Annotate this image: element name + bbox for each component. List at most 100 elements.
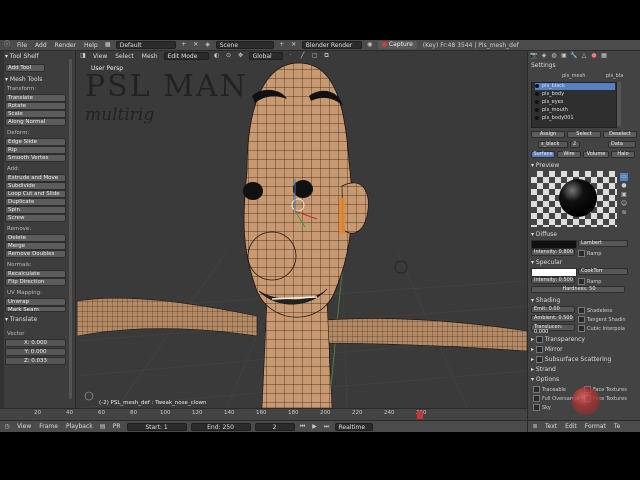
timeline-editor-icon[interactable]: ◷ xyxy=(3,423,11,431)
add-scene-icon[interactable]: + xyxy=(278,41,286,49)
translucency-field[interactable]: Translucen: 0.000 xyxy=(531,324,575,335)
current-frame-field[interactable]: 2 xyxy=(254,422,295,431)
tool-shelf-tabs[interactable] xyxy=(0,51,4,408)
data-tab-icon[interactable]: △ xyxy=(580,52,588,60)
end-frame-field[interactable]: End: 250 xyxy=(190,422,251,431)
tab-surface[interactable]: Surface xyxy=(531,151,555,158)
scale-button[interactable]: Scale xyxy=(5,110,66,118)
text-menu-text[interactable]: Text xyxy=(543,423,559,430)
material-slot[interactable]: pls_black xyxy=(535,83,615,90)
snap-icon[interactable]: ⧉ xyxy=(323,52,331,60)
specular-ramp-toggle[interactable]: Ramp xyxy=(578,278,601,285)
add-tool-button[interactable]: Add Tool xyxy=(5,64,45,72)
spin-button[interactable]: Spin xyxy=(5,206,66,214)
scene-icon[interactable]: ◈ xyxy=(204,41,212,49)
diffuse-ramp-toggle[interactable]: Ramp xyxy=(578,250,601,257)
material-slot[interactable]: pls_mouth xyxy=(535,107,615,114)
material-name-field[interactable]: s_black xyxy=(538,141,568,148)
menu-file[interactable]: File xyxy=(15,42,29,49)
preview-cube-icon[interactable]: ▣ xyxy=(620,191,628,199)
tool-shelf-title[interactable]: ▾ Tool Shelf xyxy=(5,53,39,60)
material-list-scrollbar[interactable] xyxy=(617,82,621,126)
cubic-toggle[interactable]: Cubic Interpola xyxy=(578,325,625,332)
extrude-move-button[interactable]: Extrude and Move xyxy=(5,174,66,182)
sky-toggle[interactable]: Sky xyxy=(533,404,551,411)
translate-button[interactable]: Translate xyxy=(5,94,66,102)
tab-wire[interactable]: Wire xyxy=(557,151,581,158)
select-button[interactable]: Select xyxy=(567,131,601,138)
viewport-menu-select[interactable]: Select xyxy=(113,53,136,60)
unwrap-button[interactable]: Unwrap xyxy=(5,298,66,306)
context-object[interactable]: pls_mesh xyxy=(562,73,585,79)
text-menu-templates[interactable]: Te xyxy=(612,423,622,430)
tab-halo[interactable]: Halo xyxy=(611,151,635,158)
current-frame-marker[interactable] xyxy=(417,411,423,419)
emit-field[interactable]: Emit: 0.00 xyxy=(531,306,575,313)
timeline-menu-view[interactable]: View xyxy=(15,423,33,430)
scene-field[interactable]: Scene xyxy=(215,41,274,49)
scene-tab-icon[interactable]: ◈ xyxy=(540,52,548,60)
subdivide-button[interactable]: Subdivide xyxy=(5,182,66,190)
ambient-field[interactable]: Ambient: 0.500 xyxy=(531,315,575,322)
vector-y-field[interactable]: Y: 0.000 xyxy=(5,348,66,356)
play-icon[interactable]: ▶ xyxy=(311,423,319,431)
diffuse-color-swatch[interactable] xyxy=(531,240,577,249)
traceable-toggle[interactable]: Traceable xyxy=(533,386,566,393)
loop-cut-button[interactable]: Loop Cut and Slide xyxy=(5,190,66,198)
world-tab-icon[interactable]: ◍ xyxy=(550,52,558,60)
view3d-editor-icon[interactable]: ◨ xyxy=(79,52,87,60)
sync-mode-select[interactable]: Realtime xyxy=(334,422,373,431)
screen-layout-icon[interactable]: ▦ xyxy=(104,41,112,49)
edge-select-icon[interactable]: ╱ xyxy=(299,52,307,60)
orientation-select[interactable]: Global xyxy=(248,52,283,60)
face-select-icon[interactable]: ▢ xyxy=(311,52,319,60)
context-material[interactable]: pls_bla xyxy=(606,73,623,79)
along-normal-button[interactable]: Along Normal xyxy=(5,118,66,126)
strand-header[interactable]: ▸ Strand xyxy=(531,366,556,373)
viewport-menu-view[interactable]: View xyxy=(91,53,109,60)
render-tab-icon[interactable]: 📷 xyxy=(530,52,538,60)
tab-volume[interactable]: Volume xyxy=(583,151,609,158)
transparency-header[interactable]: ▸ Transparency xyxy=(531,336,585,343)
specular-intensity-field[interactable]: Intensity: 0.500 xyxy=(531,277,575,284)
render-engine-select[interactable]: Blender Render xyxy=(301,41,362,49)
remove-scene-icon[interactable]: ✕ xyxy=(290,41,298,49)
remove-screen-icon[interactable]: ✕ xyxy=(192,41,200,49)
tangent-shading-toggle[interactable]: Tangent Shadin xyxy=(578,316,626,323)
info-editor-icon[interactable]: ⓘ xyxy=(3,41,11,49)
jump-end-icon[interactable]: ⏭ xyxy=(323,423,331,431)
preview-sphere-icon[interactable]: ● xyxy=(620,182,628,190)
3d-viewport[interactable]: ◨ View Select Mesh Edit Mode ◐ ⊙ ✥ Globa… xyxy=(77,51,527,408)
options-header[interactable]: ▾ Options xyxy=(531,376,559,383)
timeline-menu-frame[interactable]: Frame xyxy=(37,423,60,430)
link-data-select[interactable]: Data xyxy=(608,141,636,148)
viewport-menu-mesh[interactable]: Mesh xyxy=(140,53,160,60)
smooth-vertex-button[interactable]: Smooth Vertex xyxy=(5,154,66,162)
material-users[interactable]: 2 xyxy=(570,141,580,148)
material-slot[interactable]: pls_eyes xyxy=(535,99,615,106)
mark-seam-button[interactable]: Mark Seam xyxy=(5,306,66,312)
diffuse-intensity-field[interactable]: Intensity: 0.800 xyxy=(531,249,575,256)
jump-start-icon[interactable]: ⏮ xyxy=(299,423,307,431)
rip-button[interactable]: Rip xyxy=(5,146,66,154)
preview-hair-icon[interactable]: ≋ xyxy=(620,209,628,217)
vector-z-field[interactable]: Z: 0.033 xyxy=(5,357,66,365)
text-menu-format[interactable]: Format xyxy=(583,423,608,430)
start-frame-field[interactable]: Start: 1 xyxy=(126,422,187,431)
menu-add[interactable]: Add xyxy=(33,42,49,49)
text-menu-edit[interactable]: Edit xyxy=(563,423,579,430)
recalculate-button[interactable]: Recalculate xyxy=(5,270,66,278)
vertex-select-icon[interactable]: · xyxy=(287,52,295,60)
shadeless-toggle[interactable]: Shadeless xyxy=(578,307,612,314)
mesh-tools-header[interactable]: ▾ Mesh Tools xyxy=(5,76,42,83)
text-editor-icon[interactable]: ≣ xyxy=(531,423,539,431)
material-slot[interactable]: pls_body001 xyxy=(535,115,615,122)
modifier-tab-icon[interactable]: 🔧 xyxy=(570,52,578,60)
material-slot[interactable]: pls_body xyxy=(535,91,615,98)
sss-header[interactable]: ▸ Subsurface Scattering xyxy=(531,356,611,363)
diffuse-shader-select[interactable]: Lambert xyxy=(578,240,628,247)
hardness-field[interactable]: Hardness: 50 xyxy=(531,286,625,293)
material-tab-icon[interactable]: ● xyxy=(590,52,598,60)
tool-shelf-scrollbar[interactable] xyxy=(69,59,72,399)
diffuse-header[interactable]: ▾ Diffuse xyxy=(531,231,557,238)
